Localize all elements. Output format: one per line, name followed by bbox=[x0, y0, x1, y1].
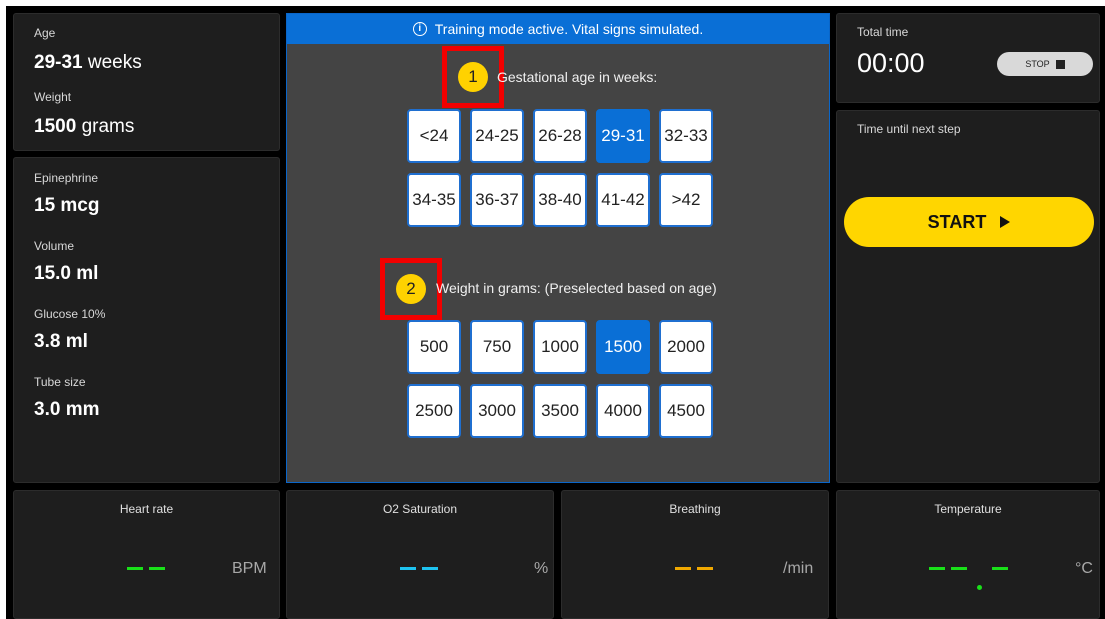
weight-option[interactable]: 2000 bbox=[659, 320, 713, 374]
temperature-decimal-point bbox=[977, 585, 982, 590]
weight-unit: grams bbox=[81, 116, 135, 137]
temperature-unit: °C bbox=[1075, 560, 1093, 577]
o2-saturation-unit: % bbox=[534, 560, 549, 577]
step-2-highlight: 2 bbox=[380, 258, 442, 320]
temperature-dash bbox=[951, 567, 967, 570]
gestation-option[interactable]: 32-33 bbox=[659, 109, 713, 163]
gestation-option[interactable]: 24-25 bbox=[470, 109, 524, 163]
age-number: 29-31 bbox=[34, 52, 83, 73]
stop-button[interactable]: STOP bbox=[997, 52, 1093, 76]
glucose-label: Glucose 10% bbox=[34, 307, 106, 321]
heart-rate-unit: BPM bbox=[232, 560, 267, 577]
total-time-value: 00:00 bbox=[857, 48, 925, 78]
breathing-panel: Breathing /min bbox=[561, 490, 829, 619]
total-time-label: Total time bbox=[857, 25, 909, 39]
gestation-option[interactable]: 36-37 bbox=[470, 173, 524, 227]
breathing-title: Breathing bbox=[669, 502, 721, 516]
o2-saturation-title: O2 Saturation bbox=[382, 502, 458, 516]
next-step-panel: Time until next step START bbox=[836, 110, 1100, 483]
info-icon: i bbox=[412, 22, 427, 36]
step-2-badge: 2 bbox=[396, 274, 426, 304]
o2-saturation-dash bbox=[422, 567, 438, 570]
temperature-dash bbox=[992, 567, 1008, 570]
gestation-option[interactable]: >42 bbox=[659, 173, 713, 227]
total-time-panel: Total time 00:00 STOP bbox=[836, 13, 1100, 103]
weight-option[interactable]: 750 bbox=[470, 320, 524, 374]
heart-rate-panel: Heart rate BPM bbox=[13, 490, 280, 619]
heart-rate-dash bbox=[127, 567, 143, 570]
weight-option[interactable]: 3000 bbox=[470, 384, 524, 438]
heart-rate-title: Heart rate bbox=[119, 502, 174, 516]
volume-label: Volume bbox=[34, 239, 75, 253]
volume-value: 15.0 ml bbox=[34, 263, 99, 284]
breathing-dash bbox=[697, 567, 713, 570]
tube-size-label: Tube size bbox=[34, 375, 86, 389]
age-unit: weeks bbox=[87, 52, 142, 73]
banner-text: Training mode active. Vital signs simula… bbox=[434, 21, 704, 37]
gestation-option[interactable]: 41-42 bbox=[596, 173, 650, 227]
start-button[interactable]: START bbox=[844, 197, 1094, 247]
age-value: 29-31 weeks bbox=[34, 52, 142, 74]
setup-panel: i Training mode active. Vital signs simu… bbox=[286, 13, 830, 483]
weight-option[interactable]: 4500 bbox=[659, 384, 713, 438]
weight-value: 1500 grams bbox=[34, 116, 134, 138]
stop-icon bbox=[1055, 59, 1065, 69]
tube-size-value: 3.0 mm bbox=[34, 399, 100, 420]
age-label: Age bbox=[34, 26, 56, 40]
patient-info-panel: Age 29-31 weeks Weight 1500 grams bbox=[13, 13, 280, 151]
training-mode-banner: i Training mode active. Vital signs simu… bbox=[287, 14, 829, 44]
temperature-title: Temperature bbox=[934, 502, 1002, 516]
gestation-option[interactable]: 38-40 bbox=[533, 173, 587, 227]
o2-saturation-dash bbox=[400, 567, 416, 570]
medication-panel: Epinephrine 15 mcg Volume 15.0 ml Glucos… bbox=[13, 157, 280, 483]
o2-saturation-panel: O2 Saturation % bbox=[286, 490, 554, 619]
step-1-highlight: 1 bbox=[442, 46, 504, 108]
play-icon bbox=[1000, 216, 1011, 228]
step-1-badge: 1 bbox=[458, 62, 488, 92]
weight-title: Weight in grams: (Preselected based on a… bbox=[436, 280, 717, 296]
gestation-option[interactable]: <24 bbox=[407, 109, 461, 163]
breathing-dash bbox=[675, 567, 691, 570]
breathing-unit: /min bbox=[783, 560, 814, 577]
weight-option[interactable]: 4000 bbox=[596, 384, 650, 438]
gestation-option[interactable]: 26-28 bbox=[533, 109, 587, 163]
app-root: Age 29-31 weeks Weight 1500 grams Epinep… bbox=[6, 6, 1105, 619]
epinephrine-label: Epinephrine bbox=[34, 171, 99, 185]
temperature-panel: Temperature °C bbox=[836, 490, 1100, 619]
next-step-label: Time until next step bbox=[857, 122, 961, 136]
weight-label: Weight bbox=[34, 90, 72, 104]
gestation-option[interactable]: 34-35 bbox=[407, 173, 461, 227]
weight-option[interactable]: 500 bbox=[407, 320, 461, 374]
gestation-option-selected[interactable]: 29-31 bbox=[596, 109, 650, 163]
glucose-value: 3.8 ml bbox=[34, 331, 88, 352]
weight-option[interactable]: 1000 bbox=[533, 320, 587, 374]
weight-option-selected[interactable]: 1500 bbox=[596, 320, 650, 374]
gestation-title: Gestational age in weeks: bbox=[497, 69, 658, 85]
weight-option[interactable]: 2500 bbox=[407, 384, 461, 438]
heart-rate-dash bbox=[149, 567, 165, 570]
start-label: START bbox=[927, 211, 987, 232]
weight-option[interactable]: 3500 bbox=[533, 384, 587, 438]
stop-label: STOP bbox=[1025, 59, 1050, 69]
epinephrine-value: 15 mcg bbox=[34, 195, 100, 216]
temperature-dash bbox=[929, 567, 945, 570]
weight-number: 1500 bbox=[34, 116, 77, 137]
